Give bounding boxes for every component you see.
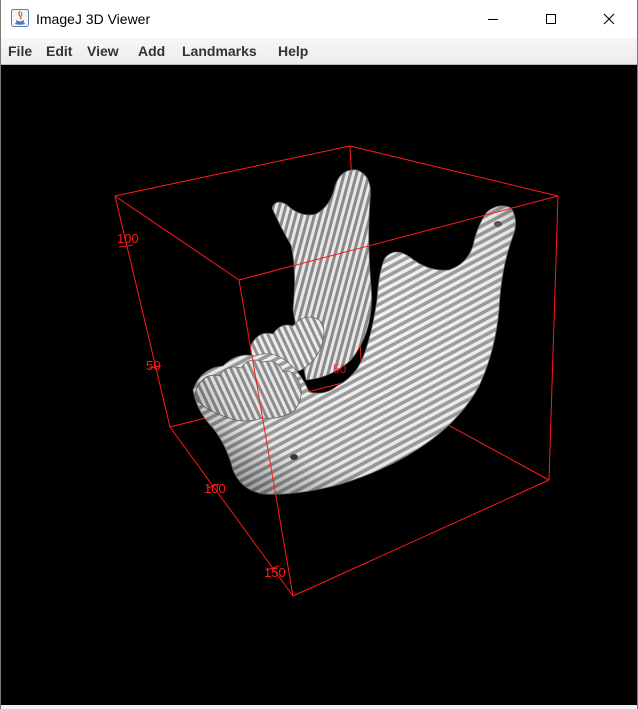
menu-bar: File Edit View Add Landmarks Help bbox=[1, 38, 637, 65]
maximize-button[interactable] bbox=[522, 0, 580, 38]
3d-viewer-canvas[interactable]: 100 50 100 150 50 bbox=[1, 65, 637, 705]
axis-label-vertical-upper: 100 bbox=[117, 231, 139, 246]
close-button[interactable] bbox=[580, 0, 637, 38]
axis-label-hidden-mid: 50 bbox=[333, 362, 347, 376]
maximize-icon bbox=[546, 14, 556, 24]
window-bottom-border bbox=[1, 705, 637, 709]
close-icon bbox=[603, 13, 615, 25]
menu-file[interactable]: File bbox=[8, 42, 32, 60]
3d-scene[interactable]: 100 50 100 150 50 bbox=[1, 65, 637, 705]
menu-view[interactable]: View bbox=[87, 42, 119, 60]
window-title: ImageJ 3D Viewer bbox=[36, 11, 151, 27]
menu-edit[interactable]: Edit bbox=[46, 42, 72, 60]
axis-label-depth-near: 100 bbox=[204, 481, 226, 496]
minimize-icon bbox=[488, 19, 498, 20]
menu-help[interactable]: Help bbox=[278, 42, 308, 60]
menu-add[interactable]: Add bbox=[138, 42, 165, 60]
imagej-3d-viewer-window: ImageJ 3D Viewer File Edit View Add Land… bbox=[0, 0, 638, 709]
axis-label-depth-far: 150 bbox=[264, 565, 286, 580]
minimize-button[interactable] bbox=[464, 0, 522, 38]
java-app-icon bbox=[11, 9, 29, 27]
axis-label-vertical-lower: 50 bbox=[146, 358, 160, 373]
title-bar[interactable]: ImageJ 3D Viewer bbox=[1, 0, 637, 38]
menu-landmarks[interactable]: Landmarks bbox=[182, 42, 257, 60]
mandible-3d-surface[interactable] bbox=[192, 169, 516, 495]
